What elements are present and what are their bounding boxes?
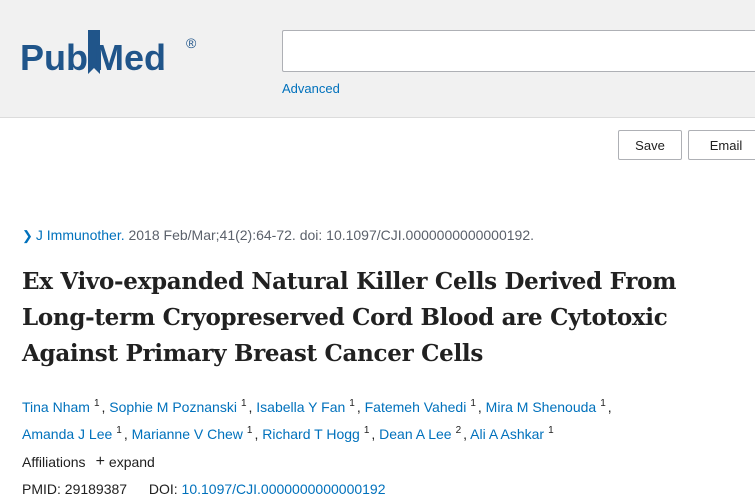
expand-label: expand <box>108 454 155 470</box>
pmid-value: 29189387 <box>64 481 128 497</box>
author-link[interactable]: Isabella Y Fan <box>256 399 345 415</box>
page-header: Pub Med ® Advanced <box>0 0 755 118</box>
affiliation-ref[interactable]: 1 <box>546 424 556 437</box>
author-link[interactable]: Dean A Lee <box>379 426 451 442</box>
affiliation-ref[interactable]: 1 <box>245 424 255 437</box>
article-title: Ex Vivo-expanded Natural Killer Cells De… <box>22 264 752 372</box>
citation-line: ❯ J Immunother. 2018 Feb/Mar;41(2):64-72… <box>22 227 534 244</box>
journal-link[interactable]: J Immunother. <box>36 227 125 243</box>
author-link[interactable]: Marianne V Chew <box>132 426 243 442</box>
author-link[interactable]: Amanda J Lee <box>22 426 112 442</box>
affiliation-ref[interactable]: 1 <box>347 397 357 410</box>
chevron-right-icon: ❯ <box>22 228 33 243</box>
citation-details: 2018 Feb/Mar;41(2):64-72. doi: 10.1097/C… <box>124 227 535 243</box>
logo-med-text: Med <box>94 37 166 78</box>
search-input[interactable] <box>282 30 755 72</box>
affiliations-section: Affiliations + expand <box>22 453 155 471</box>
author-link[interactable]: Fatemeh Vahedi <box>365 399 467 415</box>
logo-pub-text: Pub <box>20 37 88 78</box>
author-link[interactable]: Richard T Hogg <box>262 426 360 442</box>
email-button[interactable]: Email <box>688 130 755 160</box>
doi-link[interactable]: 10.1097/CJI.0000000000000192 <box>182 481 386 497</box>
affiliation-ref[interactable]: 1 <box>468 397 478 410</box>
pubmed-logo-graphic: Pub Med ® <box>20 30 197 78</box>
author-list: Tina Nham 1, Sophie M Poznanski 1, Isabell… <box>22 397 612 442</box>
author-link[interactable]: Mira M Shenouda <box>486 399 597 415</box>
pubmed-logo[interactable]: Pub Med ® <box>20 30 220 80</box>
affiliations-label: Affiliations <box>22 454 86 470</box>
author-link[interactable]: Sophie M Poznanski <box>109 399 237 415</box>
doi-label: DOI: <box>148 481 178 497</box>
pmid-label: PMID: <box>22 481 61 497</box>
affiliation-ref[interactable]: 1 <box>92 397 102 410</box>
affiliation-ref[interactable]: 1 <box>598 397 608 410</box>
save-button[interactable]: Save <box>618 130 682 160</box>
affiliation-ref[interactable]: 1 <box>362 424 372 437</box>
title-line: Against Primary Breast Cancer Cells <box>22 340 483 367</box>
affiliations-expand-button[interactable]: + expand <box>95 453 155 471</box>
title-line: Ex Vivo-expanded Natural Killer Cells De… <box>22 268 677 295</box>
affiliation-ref[interactable]: 1 <box>239 397 249 410</box>
logo-registered-mark: ® <box>186 35 197 51</box>
plus-icon: + <box>95 453 105 470</box>
affiliation-ref[interactable]: 1 <box>114 424 124 437</box>
author-link[interactable]: Tina Nham <box>22 399 90 415</box>
affiliation-ref[interactable]: 2 <box>454 424 464 437</box>
title-line: Long-term Cryopreserved Cord Blood are C… <box>22 304 668 331</box>
advanced-search-link[interactable]: Advanced <box>282 81 340 96</box>
author-link[interactable]: Ali A Ashkar <box>470 426 544 442</box>
article-identifiers: PMID: 29189387 DOI: 10.1097/CJI.00000000… <box>22 481 386 497</box>
